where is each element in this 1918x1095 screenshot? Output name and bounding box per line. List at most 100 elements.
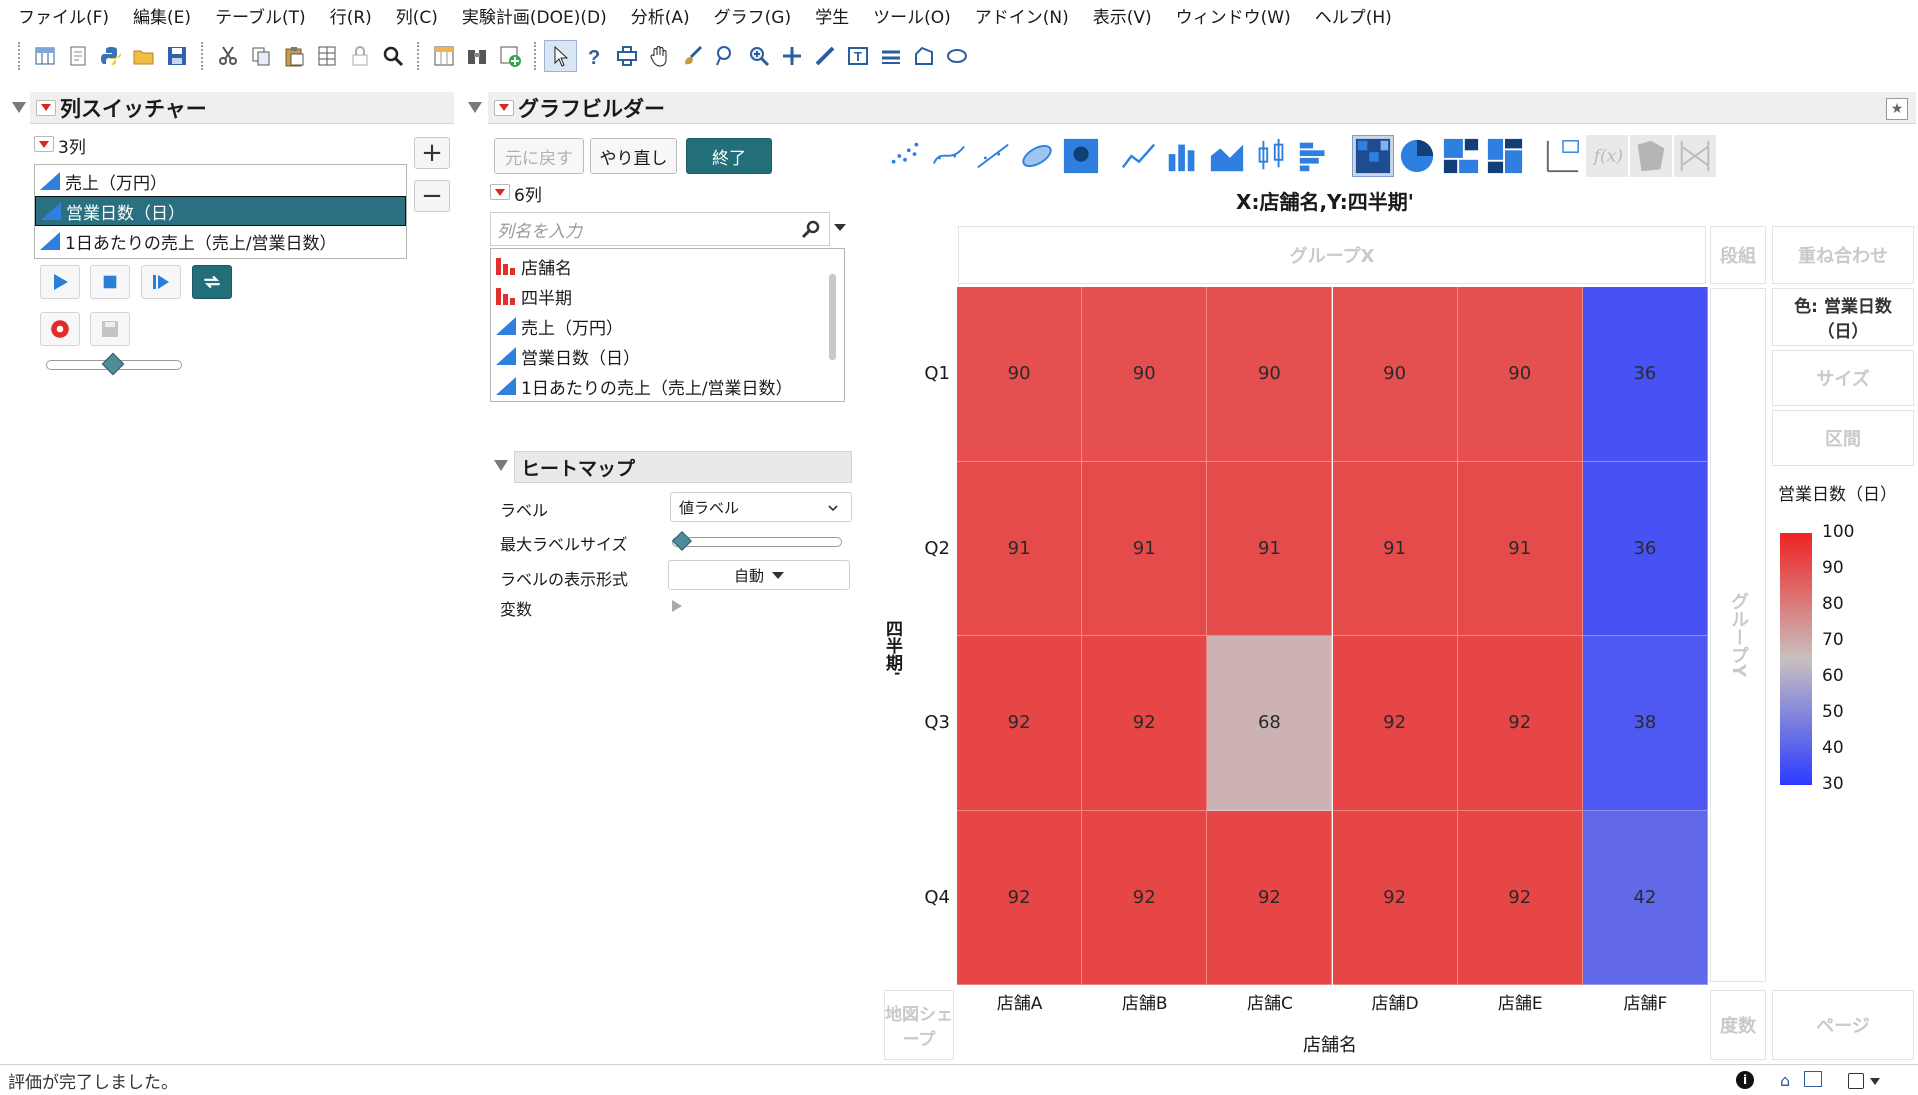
histogram-graph-icon[interactable] xyxy=(1294,135,1336,177)
line-graph-icon[interactable] xyxy=(1118,135,1160,177)
area-graph-icon[interactable] xyxy=(1206,135,1248,177)
info-icon[interactable]: i xyxy=(1736,1071,1754,1089)
label-format-dropdown[interactable]: 自動 xyxy=(668,560,850,590)
text-icon[interactable]: T xyxy=(841,40,874,72)
window-list-icon[interactable] xyxy=(1804,1071,1822,1087)
heatmap-cell[interactable]: 91 xyxy=(1207,461,1333,636)
menu-item[interactable]: 実験計画(DOE)(D) xyxy=(450,0,619,36)
crosshair-icon[interactable] xyxy=(610,40,643,72)
heatmap-cell[interactable]: 92 xyxy=(1082,810,1208,985)
heatmap-cell[interactable]: 90 xyxy=(1457,287,1583,462)
menu-item[interactable]: 学生 xyxy=(803,0,861,36)
heatmap-cell[interactable]: 90 xyxy=(1332,287,1458,462)
cut-icon[interactable] xyxy=(211,40,244,72)
new-script-icon[interactable] xyxy=(61,40,94,72)
collapse-triangle[interactable] xyxy=(468,102,482,113)
column-list-item[interactable]: 四半期 xyxy=(491,281,844,311)
heatmap-cell[interactable]: 91 xyxy=(1332,461,1458,636)
heatmap-cell[interactable]: 38 xyxy=(1582,636,1708,811)
help-icon[interactable]: ? xyxy=(577,40,610,72)
menu-item[interactable]: アドイン(N) xyxy=(963,0,1081,36)
plus-icon[interactable] xyxy=(775,40,808,72)
smoother-graph-icon[interactable] xyxy=(928,135,970,177)
polygon-icon[interactable] xyxy=(907,40,940,72)
save-animation-button[interactable] xyxy=(90,312,130,346)
heatmap-cell[interactable]: 90 xyxy=(1207,287,1333,462)
column-switcher-item[interactable]: 営業日数（日） xyxy=(35,196,406,226)
heatmap-cell[interactable]: 90 xyxy=(1082,287,1208,462)
column-list-item[interactable]: 店舗名 xyxy=(491,251,844,281)
speed-slider-handle[interactable] xyxy=(101,352,125,376)
column-list-item[interactable]: 営業日数（日） xyxy=(491,341,844,371)
python-icon[interactable] xyxy=(94,40,127,72)
interval-zone[interactable]: 区間 xyxy=(1772,410,1914,466)
max-label-size-slider-handle[interactable] xyxy=(672,531,692,551)
column-switcher-item[interactable]: 1日あたりの売上（売上/営業日数） xyxy=(35,226,406,256)
red-triangle-menu[interactable] xyxy=(36,99,56,116)
column-search-input[interactable]: 列名を入力 xyxy=(490,212,830,246)
heatmap-cell[interactable]: 92 xyxy=(957,636,1083,811)
menu-item[interactable]: テーブル(T) xyxy=(203,0,318,36)
heatmap-cell[interactable]: 92 xyxy=(1332,636,1458,811)
data-table-icon[interactable] xyxy=(427,40,460,72)
heatmap-cell[interactable]: 91 xyxy=(1457,461,1583,636)
hand-icon[interactable] xyxy=(643,40,676,72)
group-y-zone[interactable]: グループY xyxy=(1710,288,1766,982)
heatmap-cell[interactable]: 92 xyxy=(1207,810,1333,985)
column-list-scrollbar[interactable] xyxy=(829,274,836,360)
lock-icon[interactable] xyxy=(343,40,376,72)
remove-column-button[interactable]: − xyxy=(414,180,450,212)
menu-item[interactable]: ウィンドウ(W) xyxy=(1164,0,1303,36)
menu-item[interactable]: 編集(E) xyxy=(121,0,203,36)
record-button[interactable] xyxy=(40,312,80,346)
column-count-menu[interactable] xyxy=(490,184,510,200)
step-button[interactable] xyxy=(141,265,181,299)
menu-item[interactable]: ツール(O) xyxy=(861,0,963,36)
formula-graph-icon[interactable]: f(x) xyxy=(1586,135,1628,177)
journal-icon[interactable] xyxy=(460,40,493,72)
x-axis-title[interactable]: 店舗名 xyxy=(1260,1031,1400,1057)
arrow-icon[interactable] xyxy=(544,40,577,72)
line-of-fit-graph-icon[interactable] xyxy=(972,135,1014,177)
ruler-icon[interactable] xyxy=(808,40,841,72)
map-shape-graph-icon[interactable] xyxy=(1630,135,1672,177)
caption-box-graph-icon[interactable] xyxy=(1542,135,1584,177)
undo-button[interactable]: 元に戻す xyxy=(494,138,584,174)
redo-button[interactable]: やり直し xyxy=(590,138,677,174)
done-button[interactable]: 終了 xyxy=(686,138,772,174)
stop-button[interactable] xyxy=(90,265,130,299)
search-options-dropdown[interactable] xyxy=(834,224,846,231)
copy-icon[interactable] xyxy=(244,40,277,72)
label-dropdown[interactable]: 値ラベル xyxy=(670,492,852,522)
add-icon[interactable] xyxy=(493,40,526,72)
group-x-zone[interactable]: グループX xyxy=(958,226,1706,284)
collapse-triangle[interactable] xyxy=(12,102,26,113)
column-count-menu[interactable] xyxy=(34,136,54,152)
pie-graph-icon[interactable] xyxy=(1396,135,1438,177)
parallel-graph-icon[interactable] xyxy=(1674,135,1716,177)
box-plot-graph-icon[interactable] xyxy=(1250,135,1292,177)
heatmap-plot[interactable]: 90 90 90 90 90 36 91 91 91 91 91 36 92 92 68 92 92 38 92 92… xyxy=(957,287,1709,985)
add-column-button[interactable]: + xyxy=(414,137,450,169)
menu-item[interactable]: ヘルプ(H) xyxy=(1303,0,1404,36)
loop-button[interactable] xyxy=(192,265,232,299)
home-icon[interactable]: ⌂ xyxy=(1780,1071,1790,1090)
menu-item[interactable]: 表示(V) xyxy=(1081,0,1164,36)
heatmap-cell[interactable]: 92 xyxy=(1082,636,1208,811)
menu-item[interactable]: 列(C) xyxy=(384,0,450,36)
expand-variables-icon[interactable] xyxy=(672,600,682,612)
play-button[interactable] xyxy=(40,265,80,299)
heatmap-cell[interactable]: 36 xyxy=(1582,287,1708,462)
column-switcher-item[interactable]: 売上（万円） xyxy=(35,166,406,196)
brush-icon[interactable] xyxy=(676,40,709,72)
max-label-size-slider[interactable] xyxy=(672,537,842,547)
heatmap-cell[interactable]: 90 xyxy=(957,287,1083,462)
bar-graph-icon[interactable] xyxy=(1162,135,1204,177)
color-zone[interactable]: 色: 営業日数（日） xyxy=(1772,288,1914,346)
freq-zone[interactable]: 度数 xyxy=(1710,990,1766,1060)
new-table-icon[interactable] xyxy=(28,40,61,72)
lasso-icon[interactable] xyxy=(709,40,742,72)
heatmap-cell[interactable]: 42 xyxy=(1582,810,1708,985)
mosaic-graph-icon[interactable] xyxy=(1484,135,1526,177)
heatmap-cell[interactable]: 92 xyxy=(1332,810,1458,985)
